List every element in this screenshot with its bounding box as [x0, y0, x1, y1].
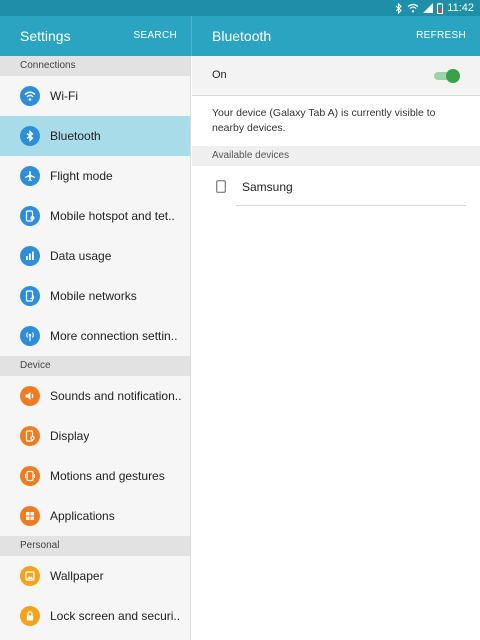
- device-item[interactable]: Samsung: [192, 166, 480, 206]
- mobile-network-icon: [20, 286, 40, 306]
- bluetooth-status-icon: [395, 2, 403, 14]
- sidebar-item-label: Mobile networks: [50, 289, 137, 303]
- hotspot-icon: [20, 206, 40, 226]
- signal-status-icon: [423, 3, 434, 13]
- display-icon: [20, 426, 40, 446]
- section-header-connections: Connections: [0, 56, 190, 76]
- apps-grid-icon: [20, 506, 40, 526]
- sidebar-item-label: Lock screen and securi..: [50, 609, 181, 623]
- bluetooth-title: Bluetooth: [212, 28, 272, 44]
- sidebar-item-label: Flight mode: [50, 169, 113, 183]
- battery-status-icon: [437, 2, 444, 14]
- sidebar-item-mobile-networks[interactable]: Mobile networks: [0, 276, 190, 316]
- section-header-device: Device: [0, 356, 190, 376]
- antenna-icon: [20, 326, 40, 346]
- sidebar-item-label: Display: [50, 429, 90, 443]
- visibility-text: Your device (Galaxy Tab A) is currently …: [212, 107, 436, 134]
- sidebar-item-label: Mobile hotspot and tet..: [50, 209, 175, 223]
- gesture-icon: [20, 466, 40, 486]
- sidebar-item-lock-screen-security[interactable]: Lock screen and securi..: [0, 596, 190, 636]
- sidebar-item-label: Wi-Fi: [50, 89, 78, 103]
- lock-icon: [20, 606, 40, 626]
- sidebar-item-motions-gestures[interactable]: Motions and gestures: [0, 456, 190, 496]
- section-header-personal: Personal: [0, 536, 190, 556]
- sidebar-item-label: Bluetooth: [50, 129, 101, 143]
- sidebar-item-label: Motions and gestures: [50, 469, 165, 483]
- airplane-icon: [20, 166, 40, 186]
- bluetooth-header: Bluetooth REFRESH: [192, 16, 480, 56]
- sidebar-item-bluetooth[interactable]: Bluetooth: [0, 116, 190, 156]
- wifi-icon: [20, 86, 40, 106]
- device-name: Samsung: [242, 180, 293, 194]
- sidebar-item-display[interactable]: Display: [0, 416, 190, 456]
- refresh-button[interactable]: REFRESH: [416, 30, 466, 41]
- bluetooth-toggle-row[interactable]: On: [192, 56, 480, 96]
- bluetooth-icon: [20, 126, 40, 146]
- wallpaper-icon: [20, 566, 40, 586]
- switch-thumb: [446, 69, 460, 83]
- sidebar-item-data-usage[interactable]: Data usage: [0, 236, 190, 276]
- data-usage-icon: [20, 246, 40, 266]
- sidebar-item-flight-mode[interactable]: Flight mode: [0, 156, 190, 196]
- sidebar-item-label: Sounds and notification..: [50, 389, 182, 403]
- settings-sidebar: Connections Wi-Fi Bluetooth Flight mode …: [0, 56, 191, 640]
- app-bar: Settings SEARCH Bluetooth REFRESH: [0, 16, 480, 56]
- sidebar-item-label: Wallpaper: [50, 569, 104, 583]
- status-time: 11:42: [447, 2, 474, 14]
- sidebar-item-label: Applications: [50, 509, 115, 523]
- status-bar: 11:42: [0, 0, 480, 16]
- sidebar-item-wallpaper[interactable]: Wallpaper: [0, 556, 190, 596]
- sidebar-item-label: More connection settin..: [50, 329, 178, 343]
- bluetooth-switch[interactable]: [434, 69, 460, 83]
- sidebar-item-sounds-notifications[interactable]: Sounds and notification..: [0, 376, 190, 416]
- available-devices-header: Available devices: [192, 146, 480, 166]
- status-icons: 11:42: [395, 1, 474, 15]
- sidebar-item-wifi[interactable]: Wi-Fi: [0, 76, 190, 116]
- settings-header: Settings SEARCH: [0, 16, 191, 56]
- sidebar-item-mobile-hotspot[interactable]: Mobile hotspot and tet..: [0, 196, 190, 236]
- tablet-icon: [216, 180, 226, 193]
- sidebar-item-more-connection-settings[interactable]: More connection settin..: [0, 316, 190, 356]
- search-button[interactable]: SEARCH: [134, 30, 177, 41]
- toggle-label: On: [212, 69, 227, 81]
- sidebar-item-applications[interactable]: Applications: [0, 496, 190, 536]
- wifi-status-icon: [407, 3, 419, 13]
- bluetooth-panel: On Your device (Galaxy Tab A) is current…: [192, 56, 480, 640]
- settings-title: Settings: [20, 28, 71, 44]
- device-divider: [236, 205, 466, 206]
- volume-icon: [20, 386, 40, 406]
- sidebar-item-label: Data usage: [50, 249, 112, 263]
